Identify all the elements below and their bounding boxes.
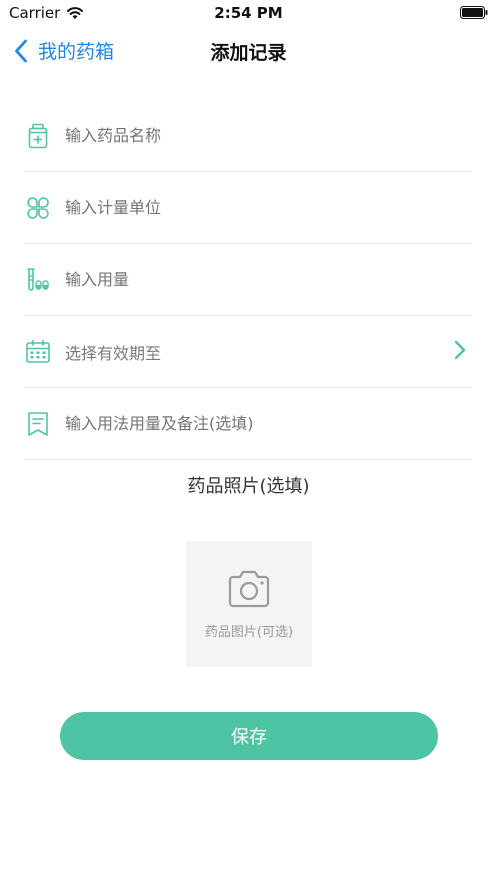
calendar-icon	[24, 338, 52, 366]
battery-icon	[460, 6, 488, 19]
dosage-row	[24, 244, 472, 316]
back-label: 我的药箱	[38, 41, 115, 63]
test-tube-pills-icon	[24, 266, 52, 294]
photo-section-title: 药品照片(选填)	[187, 476, 310, 497]
medicine-name-input[interactable]	[65, 120, 472, 151]
nav-bar: 我的药箱 添加记录	[0, 26, 497, 76]
photo-upload-button[interactable]: 药品图片(可选)	[186, 541, 312, 667]
chevron-left-icon	[15, 39, 27, 62]
expiry-date-label: 选择有效期至	[65, 343, 162, 363]
dosage-input[interactable]	[65, 264, 472, 295]
back-button[interactable]: 我的药箱	[14, 37, 114, 64]
status-bar: Carrier 2:54 PM	[0, 0, 497, 26]
notes-row	[24, 388, 472, 460]
camera-icon	[228, 570, 270, 607]
add-record-form: 选择有效期至	[24, 100, 472, 460]
note-icon	[24, 410, 52, 438]
notes-input[interactable]	[65, 408, 472, 439]
clover-icon	[24, 194, 52, 222]
medicine-bottle-icon	[24, 122, 52, 150]
expiry-date-row[interactable]: 选择有效期至	[24, 316, 472, 388]
medicine-name-row	[24, 100, 472, 172]
save-button[interactable]: 保存	[60, 712, 438, 760]
photo-box-label: 药品图片(可选)	[204, 624, 294, 640]
unit-row	[24, 172, 472, 244]
chevron-right-icon	[454, 340, 466, 360]
clock: 2:54 PM	[214, 4, 283, 22]
unit-input[interactable]	[65, 192, 472, 223]
